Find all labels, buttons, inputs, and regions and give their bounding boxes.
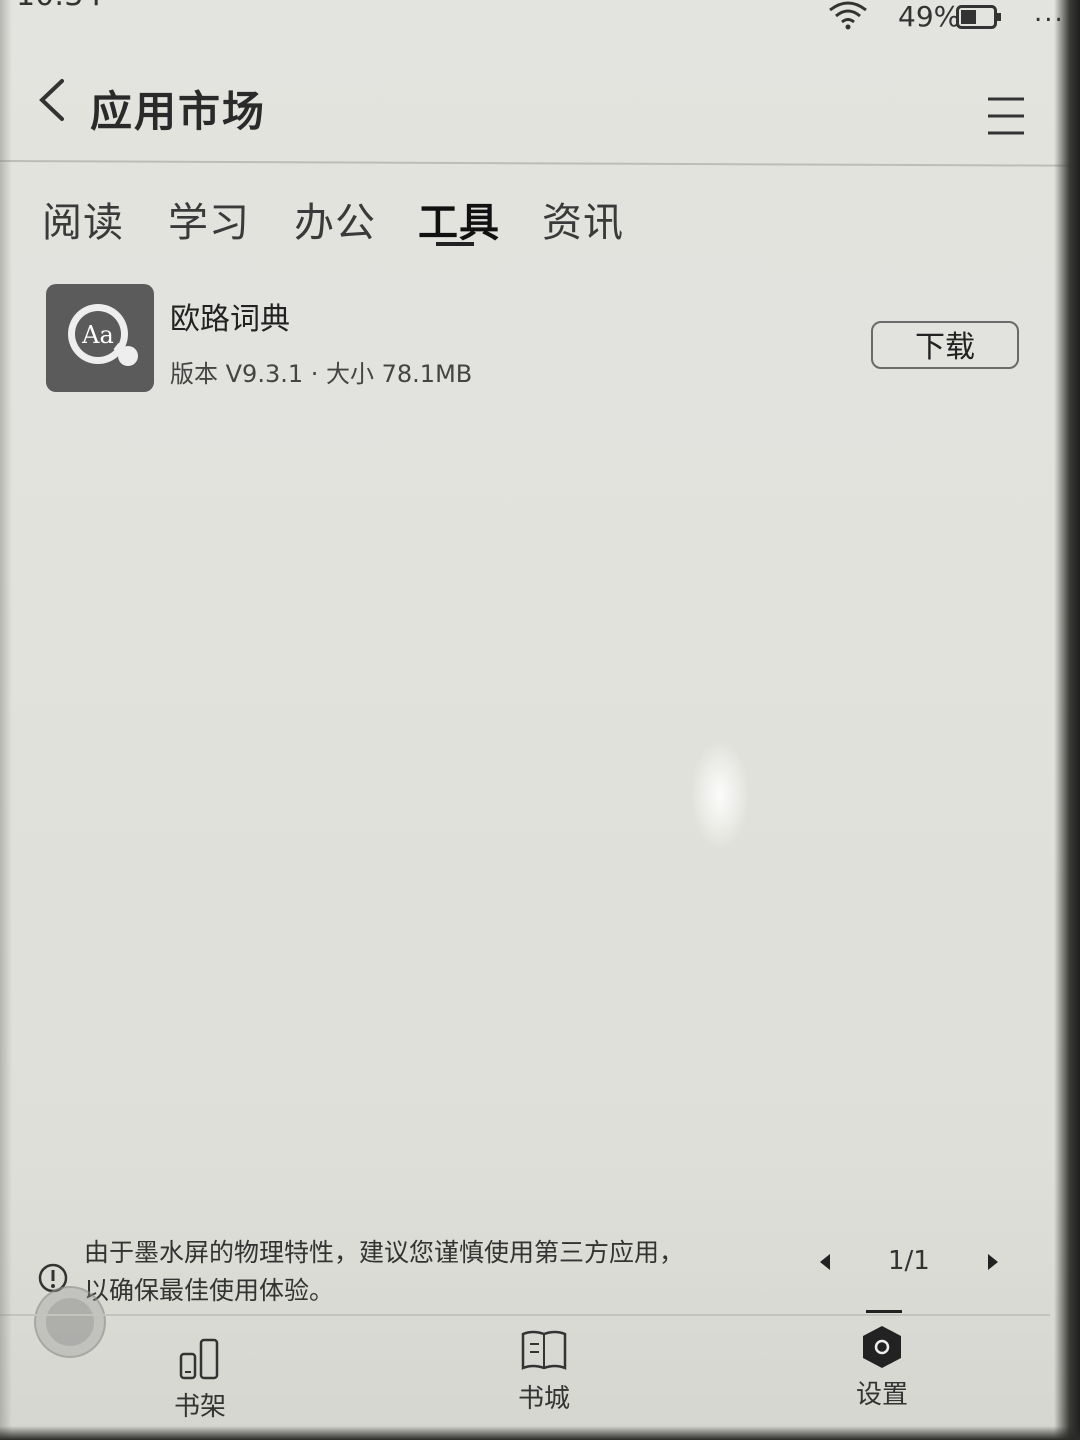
notice-line-2: 以确保最佳使用体验。 [84,1276,335,1305]
tab-study[interactable]: 学习 [168,190,250,248]
tab-reading[interactable]: 阅读 [42,190,124,248]
menu-icon[interactable] [986,96,1026,136]
active-nav-indicator [866,1310,902,1313]
back-icon[interactable] [36,78,68,122]
eink-screen: 10:34 49% ... 应用市场 阅读 学习 办公 工具 资讯 Aa [0,0,1080,1440]
bookstore-icon [521,1330,567,1370]
app-meta: 版本 V9.3.1 · 大小 78.1MB [170,360,473,388]
page-title: 应用市场 [90,87,267,136]
tab-news[interactable]: 资讯 [542,190,624,248]
battery-percent: 49% [898,0,961,33]
settings-icon [863,1326,901,1368]
device-bezel-left [0,0,12,1440]
nav-settings-label: 设置 [855,1380,908,1410]
tab-tools[interactable]: 工具 [418,190,500,248]
active-tab-indicator [436,242,474,246]
header-divider [0,160,1080,167]
screen-glare [690,740,750,850]
wifi-icon [829,1,867,30]
bottom-divider [0,1314,1050,1316]
floating-ball-core [46,1298,94,1346]
nav-bookstore-label: 书城 [517,1384,570,1414]
app-name[interactable]: 欧路词典 [170,294,290,338]
notice-line-1: 由于墨水屏的物理特性，建议您谨慎使用第三方应用， [84,1238,685,1267]
battery-icon [956,5,1001,29]
download-button[interactable]: 下载 [871,321,1019,369]
bookshelf-icon [179,1338,219,1380]
nav-bookshelf-label: 书架 [173,1392,226,1422]
prev-page-icon[interactable] [818,1252,832,1272]
floating-assist-ball[interactable] [34,1286,106,1358]
next-page-icon[interactable] [986,1252,1000,1272]
notice-text: 由于墨水屏的物理特性，建议您谨慎使用第三方应用， 以确保最佳使用体验。 [84,1234,774,1310]
app-icon-text: Aa [81,321,114,349]
device-bezel-bottom [0,1426,1080,1440]
status-time: 10:34 [16,0,102,13]
page-indicator: 1/1 [888,1246,930,1276]
tab-office[interactable]: 办公 [294,190,376,248]
nav-bookstore[interactable]: 书城 [504,1328,584,1415]
nav-settings[interactable]: 设置 [842,1324,922,1411]
nav-bookshelf[interactable]: 书架 [160,1336,240,1423]
app-icon[interactable]: Aa [46,284,154,392]
device-bezel-right [1054,0,1080,1440]
dictionary-magnifier-icon: Aa [68,304,138,366]
